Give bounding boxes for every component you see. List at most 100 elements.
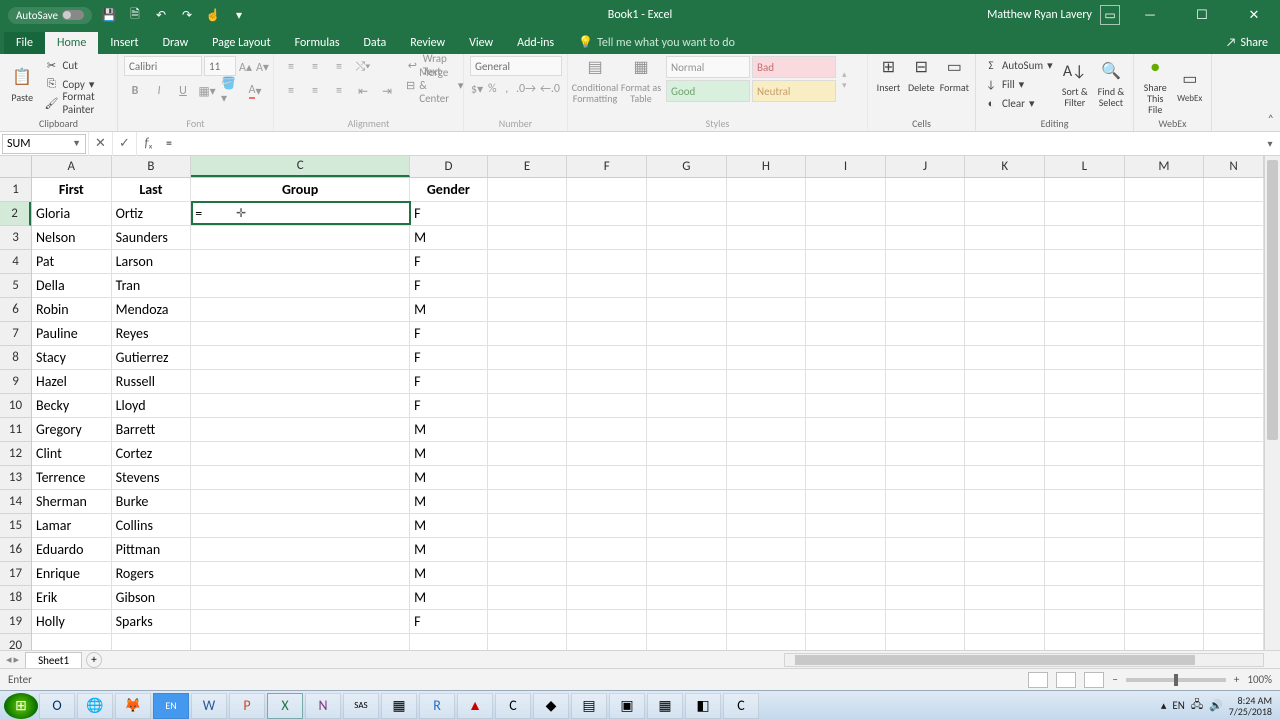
cell-H10[interactable] <box>727 394 807 418</box>
cell-I5[interactable] <box>806 274 886 298</box>
row-header-7[interactable]: 7 <box>0 322 31 346</box>
cell-C14[interactable] <box>191 490 410 514</box>
undo-icon[interactable]: ↶ <box>152 6 170 24</box>
align-right-icon[interactable]: ≡ <box>328 80 350 102</box>
align-top-icon[interactable]: ≡ <box>280 56 302 78</box>
cell-J9[interactable] <box>886 370 966 394</box>
cell-B12[interactable]: Cortez <box>112 442 192 466</box>
share-file-button[interactable]: ●Share This File <box>1140 56 1171 115</box>
style-neutral[interactable]: Neutral <box>752 80 836 102</box>
cell-J1[interactable] <box>886 178 966 202</box>
cell-G14[interactable] <box>647 490 727 514</box>
cell-G5[interactable] <box>647 274 727 298</box>
cell-D2[interactable]: F <box>410 202 488 226</box>
conditional-formatting-button[interactable]: ▤Conditional Formatting <box>574 56 616 104</box>
accounting-icon[interactable]: $▾ <box>470 78 484 100</box>
cell-H11[interactable] <box>727 418 807 442</box>
taskbar-chrome-icon[interactable]: 🌐 <box>77 693 113 719</box>
cell-D7[interactable]: F <box>410 322 488 346</box>
cell-H18[interactable] <box>727 586 807 610</box>
cell-H13[interactable] <box>727 466 807 490</box>
cell-H3[interactable] <box>727 226 807 250</box>
cell-J18[interactable] <box>886 586 966 610</box>
cell-E19[interactable] <box>488 610 568 634</box>
cell-N6[interactable] <box>1204 298 1264 322</box>
cell-H4[interactable] <box>727 250 807 274</box>
cell-I1[interactable] <box>806 178 886 202</box>
cell-B19[interactable]: Sparks <box>112 610 192 634</box>
cell-H19[interactable] <box>727 610 807 634</box>
cell-J12[interactable] <box>886 442 966 466</box>
tab-addins[interactable]: Add-ins <box>505 32 566 54</box>
font-size-input[interactable] <box>204 56 236 76</box>
insert-function-button[interactable]: fₓ <box>136 132 160 156</box>
style-good[interactable]: Good <box>666 80 750 102</box>
style-bad[interactable]: Bad <box>752 56 836 78</box>
cell-L18[interactable] <box>1045 586 1125 610</box>
cell-D20[interactable] <box>410 634 488 650</box>
sheet-tab-1[interactable]: Sheet1 <box>25 652 82 668</box>
fill-button[interactable]: ↓Fill ▾ <box>982 75 1055 93</box>
cell-A10[interactable]: Becky <box>32 394 112 418</box>
collapse-ribbon-icon[interactable]: ˄ <box>1268 113 1274 127</box>
cell-I7[interactable] <box>806 322 886 346</box>
cell-F20[interactable] <box>567 634 647 650</box>
cell-K19[interactable] <box>965 610 1045 634</box>
cell-D1[interactable]: Gender <box>410 178 488 202</box>
cell-K12[interactable] <box>965 442 1045 466</box>
cell-F11[interactable] <box>567 418 647 442</box>
start-button[interactable]: ⊞ <box>4 693 38 719</box>
cell-C20[interactable] <box>191 634 410 650</box>
row-header-8[interactable]: 8 <box>0 346 31 370</box>
cell-M20[interactable] <box>1125 634 1205 650</box>
cell-N3[interactable] <box>1204 226 1264 250</box>
align-left-icon[interactable]: ≡ <box>280 80 302 102</box>
cell-A2[interactable]: Gloria <box>32 202 112 226</box>
column-header-B[interactable]: B <box>112 156 192 177</box>
cell-K13[interactable] <box>965 466 1045 490</box>
tray-network-icon[interactable]: 🖧 <box>1191 696 1203 715</box>
account-icon[interactable]: ▭ <box>1100 5 1120 25</box>
cell-E5[interactable] <box>488 274 568 298</box>
cell-H20[interactable] <box>727 634 807 650</box>
cell-I18[interactable] <box>806 586 886 610</box>
cell-L9[interactable] <box>1045 370 1125 394</box>
cell-M10[interactable] <box>1125 394 1205 418</box>
cell-A15[interactable]: Lamar <box>32 514 112 538</box>
cell-N17[interactable] <box>1204 562 1264 586</box>
cell-J5[interactable] <box>886 274 966 298</box>
cell-G9[interactable] <box>647 370 727 394</box>
cell-M7[interactable] <box>1125 322 1205 346</box>
qat-more-icon[interactable]: ▾ <box>230 6 248 24</box>
cell-F3[interactable] <box>567 226 647 250</box>
tab-data[interactable]: Data <box>352 32 399 54</box>
cell-B7[interactable]: Reyes <box>112 322 192 346</box>
cell-L4[interactable] <box>1045 250 1125 274</box>
cell-D13[interactable]: M <box>410 466 488 490</box>
cell-L8[interactable] <box>1045 346 1125 370</box>
horizontal-scrollbar[interactable] <box>784 653 1264 667</box>
cell-C12[interactable] <box>191 442 410 466</box>
taskbar-firefox-icon[interactable]: 🦊 <box>115 693 151 719</box>
cell-M19[interactable] <box>1125 610 1205 634</box>
cell-C19[interactable] <box>191 610 410 634</box>
cell-A11[interactable]: Gregory <box>32 418 112 442</box>
font-name-input[interactable] <box>124 56 202 76</box>
cell-B14[interactable]: Burke <box>112 490 192 514</box>
cell-J7[interactable] <box>886 322 966 346</box>
taskbar-excel-icon[interactable]: X <box>267 693 303 719</box>
select-all-corner[interactable] <box>0 156 32 178</box>
cell-D9[interactable]: F <box>410 370 488 394</box>
cell-H7[interactable] <box>727 322 807 346</box>
page-break-view-icon[interactable] <box>1084 672 1104 688</box>
cell-L6[interactable] <box>1045 298 1125 322</box>
taskbar-app3-icon[interactable]: ◆ <box>533 693 569 719</box>
cell-G10[interactable] <box>647 394 727 418</box>
cell-N18[interactable] <box>1204 586 1264 610</box>
cell-N20[interactable] <box>1204 634 1264 650</box>
number-format-select[interactable] <box>470 56 562 76</box>
column-header-E[interactable]: E <box>488 156 568 177</box>
cell-A19[interactable]: Holly <box>32 610 112 634</box>
cell-A3[interactable]: Nelson <box>32 226 112 250</box>
cell-K8[interactable] <box>965 346 1045 370</box>
